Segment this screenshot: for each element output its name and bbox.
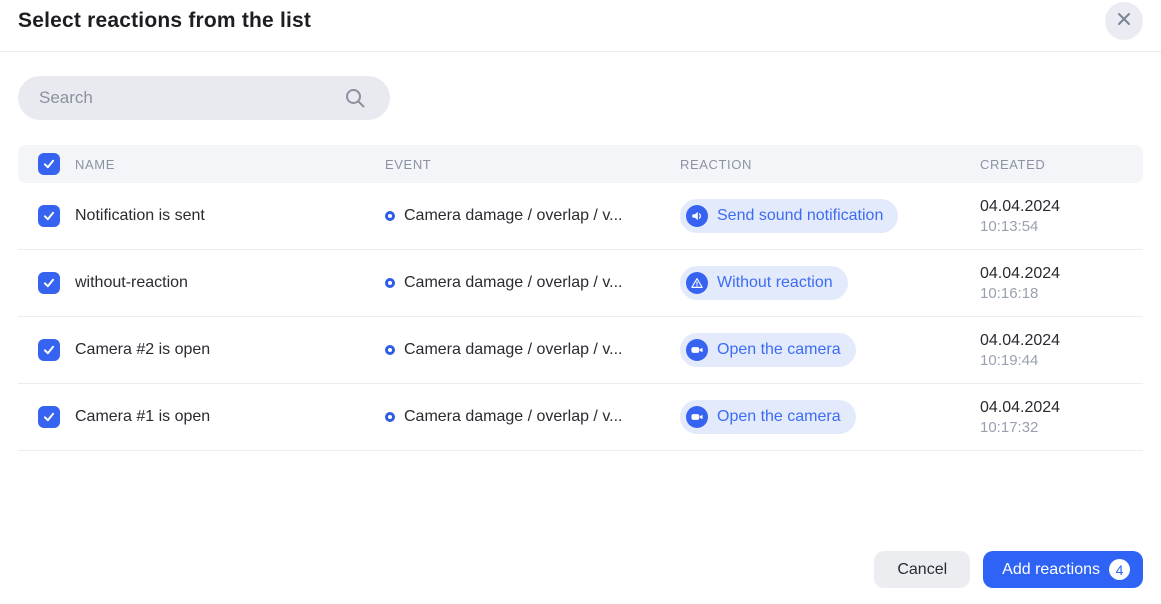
table-row[interactable]: Camera #2 is open Camera damage / overla… xyxy=(18,317,1143,384)
select-all-checkbox[interactable] xyxy=(38,153,60,175)
header-name: NAME xyxy=(75,157,385,172)
row-created: 04.04.2024 10:17:32 xyxy=(980,397,1143,438)
row-event: Camera damage / overlap / v... xyxy=(385,207,680,225)
reaction-label: Send sound notification xyxy=(717,207,883,225)
table-row[interactable]: Camera #1 is open Camera damage / overla… xyxy=(18,384,1143,451)
search-input[interactable] xyxy=(18,76,390,120)
add-reactions-button[interactable]: Add reactions 4 xyxy=(983,551,1143,588)
row-created: 04.04.2024 10:19:44 xyxy=(980,330,1143,371)
modal-title: Select reactions from the list xyxy=(18,9,311,33)
event-ring-icon xyxy=(385,345,395,355)
created-time: 10:19:44 xyxy=(980,351,1143,371)
created-time: 10:17:32 xyxy=(980,418,1143,438)
row-name: Camera #1 is open xyxy=(75,408,385,426)
reaction-pill[interactable]: Open the camera xyxy=(680,333,856,367)
reaction-label: Open the camera xyxy=(717,341,841,359)
reaction-label: Without reaction xyxy=(717,274,833,292)
row-name: Notification is sent xyxy=(75,207,385,225)
header-created: CREATED xyxy=(980,157,1143,172)
camera-icon xyxy=(686,406,708,428)
created-time: 10:16:18 xyxy=(980,284,1143,304)
camera-icon xyxy=(686,339,708,361)
table-row[interactable]: without-reaction Camera damage / overlap… xyxy=(18,250,1143,317)
modal-footer: Cancel Add reactions 4 xyxy=(874,551,1143,588)
header-reaction: REACTION xyxy=(680,157,980,172)
created-date: 04.04.2024 xyxy=(980,397,1143,418)
created-date: 04.04.2024 xyxy=(980,330,1143,351)
row-checkbox[interactable] xyxy=(38,339,60,361)
row-created: 04.04.2024 10:16:18 xyxy=(980,263,1143,304)
selected-count-badge: 4 xyxy=(1109,559,1130,580)
table-body: Notification is sent Camera damage / ove… xyxy=(18,183,1143,451)
table-row[interactable]: Notification is sent Camera damage / ove… xyxy=(18,183,1143,250)
row-event: Camera damage / overlap / v... xyxy=(385,341,680,359)
row-event: Camera damage / overlap / v... xyxy=(385,408,680,426)
row-name: without-reaction xyxy=(75,274,385,292)
reaction-pill[interactable]: Open the camera xyxy=(680,400,856,434)
event-ring-icon xyxy=(385,211,395,221)
event-ring-icon xyxy=(385,412,395,422)
add-reactions-label: Add reactions xyxy=(1002,561,1100,579)
created-date: 04.04.2024 xyxy=(980,196,1143,217)
event-label: Camera damage / overlap / v... xyxy=(404,207,622,225)
event-ring-icon xyxy=(385,278,395,288)
sound-icon xyxy=(686,205,708,227)
row-name: Camera #2 is open xyxy=(75,341,385,359)
search-bar xyxy=(18,76,390,120)
table-header-row: NAME EVENT REACTION CREATED xyxy=(18,145,1143,183)
close-button[interactable] xyxy=(1105,2,1143,40)
warning-icon xyxy=(686,272,708,294)
row-checkbox[interactable] xyxy=(38,205,60,227)
search-icon[interactable] xyxy=(344,87,366,109)
event-label: Camera damage / overlap / v... xyxy=(404,408,622,426)
event-label: Camera damage / overlap / v... xyxy=(404,341,622,359)
close-icon xyxy=(1116,11,1132,32)
reaction-pill[interactable]: Without reaction xyxy=(680,266,848,300)
modal-header: Select reactions from the list xyxy=(0,0,1161,52)
cancel-button[interactable]: Cancel xyxy=(874,551,970,588)
row-checkbox[interactable] xyxy=(38,406,60,428)
reaction-label: Open the camera xyxy=(717,408,841,426)
row-event: Camera damage / overlap / v... xyxy=(385,274,680,292)
row-checkbox[interactable] xyxy=(38,272,60,294)
created-time: 10:13:54 xyxy=(980,217,1143,237)
row-created: 04.04.2024 10:13:54 xyxy=(980,196,1143,237)
event-label: Camera damage / overlap / v... xyxy=(404,274,622,292)
header-event: EVENT xyxy=(385,157,680,172)
reaction-pill[interactable]: Send sound notification xyxy=(680,199,898,233)
created-date: 04.04.2024 xyxy=(980,263,1143,284)
reactions-table: NAME EVENT REACTION CREATED Notification… xyxy=(18,145,1143,451)
